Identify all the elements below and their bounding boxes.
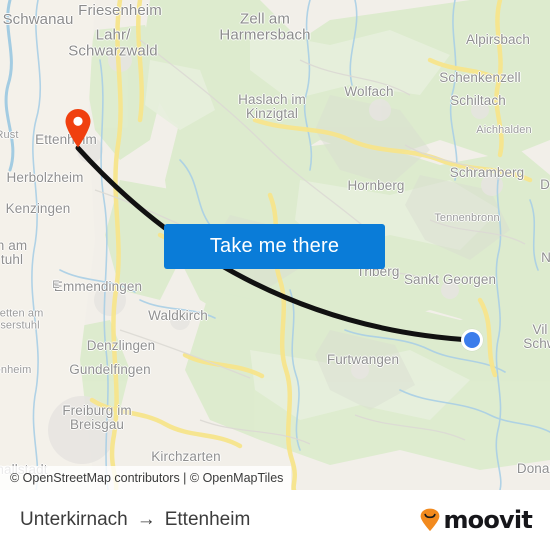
destination-marker-dot[interactable] bbox=[461, 329, 483, 351]
map-attribution[interactable]: © OpenStreetMap contributors | © OpenMap… bbox=[0, 466, 292, 490]
take-me-there-button[interactable]: Take me there bbox=[164, 224, 385, 269]
route-summary: Unterkirnach → Ettenheim bbox=[20, 509, 250, 531]
route-destination-label: Ettenheim bbox=[164, 509, 251, 530]
arrow-right-icon: → bbox=[136, 508, 156, 530]
footer-bar: Unterkirnach → Ettenheim moovit bbox=[0, 490, 550, 550]
moovit-wordmark: moovit bbox=[443, 506, 532, 534]
map-canvas[interactable]: Schwanau Friesenheim Lahr/ Schwarzwald Zell… bbox=[0, 0, 550, 490]
moovit-route-map-card: Schwanau Friesenheim Lahr/ Schwarzwald Zell… bbox=[0, 0, 550, 550]
moovit-pin-icon bbox=[419, 508, 441, 532]
route-origin-label: Unterkirnach bbox=[20, 509, 128, 530]
moovit-logo[interactable]: moovit bbox=[419, 506, 533, 534]
